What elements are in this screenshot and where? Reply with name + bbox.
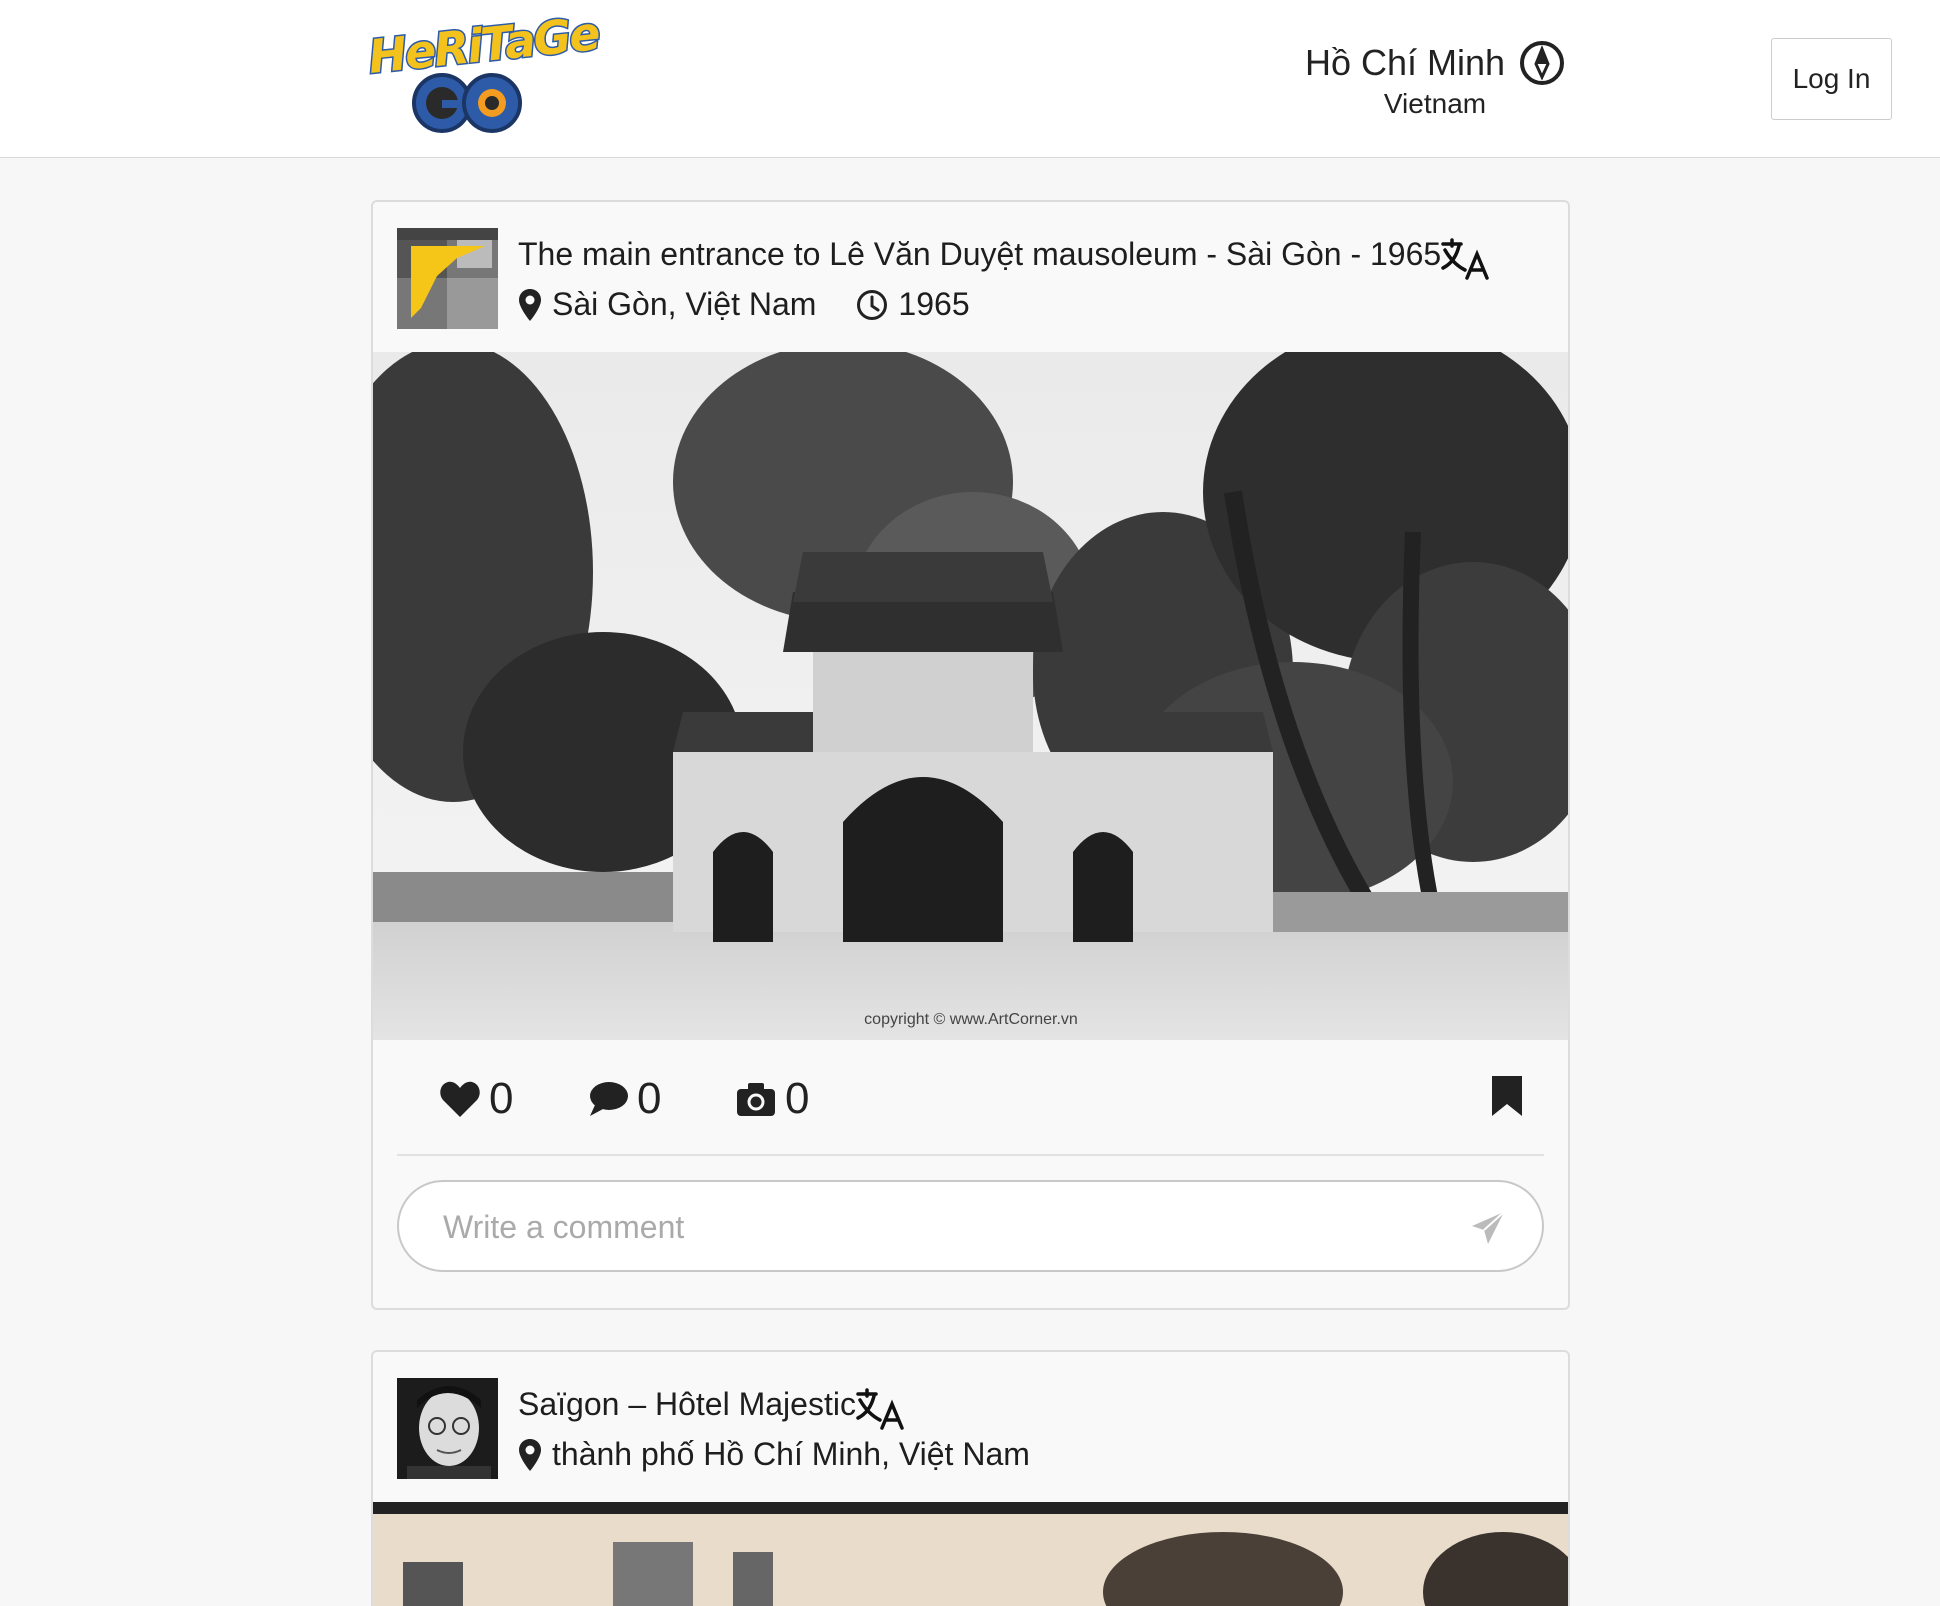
post-title[interactable]: Saïgon – Hôtel Majestic (518, 1386, 856, 1423)
comment-count: 0 (637, 1074, 662, 1123)
heart-icon (440, 1081, 480, 1117)
send-icon[interactable] (1470, 1210, 1506, 1246)
post-year-text: 1965 (898, 286, 970, 322)
post-location[interactable]: thành phố Hồ Chí Minh, Việt Nam (518, 1436, 1030, 1473)
post-author-avatar[interactable] (397, 1378, 498, 1479)
post-header: The main entrance to Lê Văn Duyệt mausol… (373, 202, 1568, 352)
post-header: Saïgon – Hôtel Majestic thành phố Hồ Chí… (373, 1352, 1568, 1502)
location-city: Hồ Chí Minh (1304, 42, 1506, 83)
post-photo[interactable] (373, 1502, 1570, 1606)
post-title-row: The main entrance to Lê Văn Duyệt mausol… (518, 226, 1491, 282)
comment-icon (590, 1082, 628, 1116)
logo-go-mark (412, 73, 522, 133)
post-location-text: thành phố Hồ Chí Minh, Việt Nam (552, 1436, 1030, 1472)
post-author-avatar[interactable] (397, 228, 498, 329)
clock-icon (857, 289, 888, 320)
comment-box (397, 1180, 1544, 1272)
photo-watermark: copyright © www.ArtCorner.vn (864, 1011, 1078, 1028)
post-card: The main entrance to Lê Văn Duyệt mausol… (371, 200, 1570, 1310)
bookmark-icon[interactable] (1490, 1074, 1524, 1118)
login-button[interactable]: Log In (1771, 38, 1892, 120)
translate-icon[interactable] (1439, 238, 1491, 282)
location-city-row: Hồ Chí Minh (1305, 40, 1565, 86)
translate-icon[interactable] (854, 1388, 906, 1432)
photo-button[interactable]: 0 (735, 1074, 809, 1124)
photo-count: 0 (785, 1074, 810, 1123)
post-photo[interactable]: copyright © www.ArtCorner.vn (373, 352, 1570, 1040)
post-title-row: Saïgon – Hôtel Majestic (518, 1376, 906, 1432)
compass-icon[interactable] (1519, 40, 1565, 86)
post-location[interactable]: Sài Gòn, Việt Nam (518, 286, 816, 323)
like-count: 0 (489, 1074, 514, 1123)
map-pin-icon (519, 288, 541, 321)
post-title[interactable]: The main entrance to Lê Văn Duyệt mausol… (518, 236, 1441, 273)
post-card: Saïgon – Hôtel Majestic thành phố Hồ Chí… (371, 1350, 1570, 1606)
post-actions: 0 0 0 (397, 1040, 1544, 1156)
post-meta: thành phố Hồ Chí Minh, Việt Nam (518, 1436, 1070, 1473)
comment-input[interactable] (443, 1202, 1383, 1252)
top-header: HeRiTaGe Hồ Chí Minh Vietnam Log In (0, 0, 1940, 158)
location-country: Vietnam (1383, 88, 1487, 119)
post-year[interactable]: 1965 (856, 286, 970, 323)
current-location[interactable]: Hồ Chí Minh Vietnam (1300, 40, 1570, 120)
comment-button[interactable]: 0 (587, 1074, 661, 1124)
camera-icon (737, 1083, 775, 1116)
heritage-go-logo[interactable]: HeRiTaGe (364, 5, 603, 138)
post-location-text: Sài Gòn, Việt Nam (552, 286, 817, 322)
like-button[interactable]: 0 (439, 1074, 513, 1124)
map-pin-icon (519, 1438, 541, 1471)
post-meta: Sài Gòn, Việt Nam 1965 (518, 286, 1010, 323)
